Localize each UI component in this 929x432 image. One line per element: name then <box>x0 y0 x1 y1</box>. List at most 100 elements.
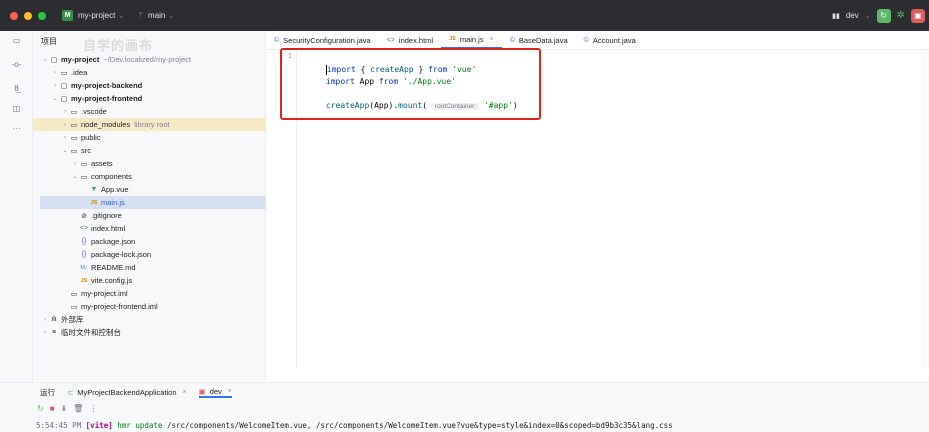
run-config-selector[interactable]: dev <box>846 11 859 20</box>
tree-item-package-lock-json[interactable]: {} package-lock.json <box>33 248 303 261</box>
close-icon[interactable]: × <box>228 388 232 395</box>
html-file-icon: <> <box>386 36 395 44</box>
chevron-down-icon[interactable]: ⌄ <box>61 147 69 154</box>
debug-icon[interactable]: ✲ <box>897 10 905 21</box>
project-panel-title: 项目 <box>41 37 57 46</box>
ignore-file-icon: ⊘ <box>81 212 87 220</box>
commit-icon[interactable]: -o- <box>11 59 22 70</box>
chevron-right-icon[interactable]: › <box>41 330 49 336</box>
chevron-down-icon[interactable]: ⌄ <box>51 95 59 102</box>
tree-item-vite-config[interactable]: JS vite.config.js <box>33 274 303 287</box>
folder-icon: ▭ <box>80 160 88 168</box>
run-toolbar: ↻ ■ ⇟ 🗑 ⋮ <box>37 404 97 413</box>
module-icon: ▢ <box>50 56 58 64</box>
trash-icon[interactable]: 🗑 <box>73 404 83 413</box>
more-icon[interactable]: ⋮ <box>89 404 97 413</box>
title-bar: M my-project ⌄ ᛘ main ⌄ ▮▮ dev ⌄ ↻ ✲ ▣ <box>0 0 929 31</box>
js-file-icon: JS <box>80 277 88 284</box>
more-icon[interactable]: ··· <box>11 123 22 134</box>
title-bar-actions: ▮▮ dev ⌄ ↻ ✲ ▣ <box>832 0 929 31</box>
js-file-icon: JS <box>449 36 456 42</box>
console-output[interactable]: 5:54:45 PM [vite] hmr update /src/compon… <box>36 421 673 430</box>
tool-window-strip: ▭ -o- 8̲ ◫ ··· <box>0 31 33 383</box>
tree-item-external-libraries[interactable]: › ılı 外部库 <box>33 313 273 326</box>
tree-item-scratches[interactable]: › ≡ 临时文件和控制台 <box>33 326 273 339</box>
tree-item-gitignore[interactable]: ⊘ .gitignore <box>33 209 303 222</box>
tab-index-html[interactable]: <> index.html <box>379 31 441 49</box>
tab-security-configuration[interactable]: © SecurityConfiguration.java <box>266 31 379 49</box>
tree-item-index-html[interactable]: <> index.html <box>33 222 303 235</box>
chevron-right-icon[interactable]: › <box>61 135 69 141</box>
close-window-button[interactable] <box>10 11 18 20</box>
chevron-right-icon[interactable]: › <box>61 122 69 128</box>
tree-item-node-modules[interactable]: › ▭ node_modules library root <box>33 118 265 131</box>
folder-icon: ▭ <box>70 108 78 116</box>
editor-scrollbar[interactable] <box>921 50 929 368</box>
tab-main-js[interactable]: JS main.js × <box>441 31 502 49</box>
scroll-icon[interactable]: ⇟ <box>61 404 68 413</box>
run-icon[interactable]: ↻ <box>876 8 891 23</box>
npm-icon: ▣ <box>198 387 206 396</box>
branch-icon: ᛘ <box>138 11 144 20</box>
scratches-icon: ≡ <box>51 329 57 336</box>
run-config-icon: ▮▮ <box>832 12 840 20</box>
chevron-right-icon[interactable]: › <box>71 161 79 167</box>
folder-icon: ▭ <box>80 173 88 181</box>
tree-item-my-project-iml[interactable]: ▭ my-project.iml <box>33 287 293 300</box>
html-file-icon: <> <box>79 225 89 232</box>
run-tabs: 运行 ⊂ MyProjectBackendApplication × ▣ dev… <box>40 385 232 400</box>
tree-item-frontend-iml[interactable]: ▭ my-project-frontend.iml <box>33 300 293 313</box>
project-selector[interactable]: my-project <box>78 11 115 20</box>
window-controls <box>10 11 46 20</box>
tree-item-src[interactable]: ⌄ ▭ src <box>33 144 293 157</box>
rerun-icon[interactable]: ↻ <box>37 404 44 413</box>
tree-item-frontend[interactable]: ⌄ ▢ my-project-frontend <box>33 92 283 105</box>
chevron-down-icon: ⌄ <box>168 12 175 20</box>
chevron-right-icon[interactable]: › <box>41 317 49 323</box>
chevron-right-icon[interactable]: › <box>51 70 59 76</box>
iml-file-icon: ▭ <box>70 303 78 311</box>
markdown-file-icon: M↓ <box>80 264 88 271</box>
tree-item-public[interactable]: › ▭ public <box>33 131 293 144</box>
stop-icon[interactable]: ■ <box>50 404 55 413</box>
tree-item-readme[interactable]: M↓ README.md <box>33 261 303 274</box>
close-icon[interactable]: × <box>490 36 494 43</box>
module-icon: ▢ <box>60 95 68 103</box>
close-icon[interactable]: × <box>183 389 187 396</box>
tree-item-backend[interactable]: › ▢ my-project-backend <box>33 79 283 92</box>
chevron-right-icon[interactable]: › <box>51 83 59 89</box>
tree-item-components[interactable]: ⌄ ▭ components <box>33 170 303 183</box>
tab-account[interactable]: © Account.java <box>576 31 644 49</box>
tree-item-my-project[interactable]: ⌄ ▢ my-project ~/Dev.localized/my-projec… <box>33 53 273 66</box>
folder-icon: ▭ <box>70 134 78 142</box>
tree-item-package-json[interactable]: {} package.json <box>33 235 303 248</box>
tree-item-assets[interactable]: › ▭ assets <box>33 157 303 170</box>
library-icon: ılı <box>51 316 57 323</box>
chevron-down-icon[interactable]: ⌄ <box>71 173 79 180</box>
iml-file-icon: ▭ <box>70 290 78 298</box>
stop-icon[interactable]: ▣ <box>911 8 925 23</box>
highlight-annotation-box <box>280 48 541 120</box>
minimize-window-button[interactable] <box>24 11 32 20</box>
java-class-icon: © <box>583 36 589 44</box>
module-icon: ▢ <box>60 82 68 90</box>
tab-dev[interactable]: ▣ dev × <box>198 387 232 398</box>
vue-file-icon: ▼ <box>90 186 98 193</box>
tree-item-main-js[interactable]: JS main.js <box>40 196 300 209</box>
folder-icon: ▭ <box>60 69 68 77</box>
bookmarks-icon[interactable]: ◫ <box>11 103 22 114</box>
tab-base-data[interactable]: © BaseData.java <box>502 31 576 49</box>
chevron-down-icon[interactable]: ⌄ <box>41 56 49 63</box>
branch-selector[interactable]: main <box>148 11 165 20</box>
folder-icon[interactable]: ▭ <box>11 35 22 46</box>
watermark: 自学的画布 <box>83 38 154 53</box>
chevron-down-icon: ⌄ <box>864 12 871 20</box>
java-class-icon: © <box>274 36 280 44</box>
chevron-right-icon[interactable]: › <box>61 109 69 115</box>
maximize-window-button[interactable] <box>38 11 46 20</box>
tree-item-vscode[interactable]: › ▭ .vscode <box>33 105 293 118</box>
run-panel: 运行 ⊂ MyProjectBackendApplication × ▣ dev… <box>0 382 929 432</box>
structure-icon[interactable]: 8̲ <box>11 83 22 94</box>
tab-backend-application[interactable]: ⊂ MyProjectBackendApplication × <box>67 388 187 397</box>
tree-item-idea[interactable]: › ▭ .idea <box>33 66 283 79</box>
